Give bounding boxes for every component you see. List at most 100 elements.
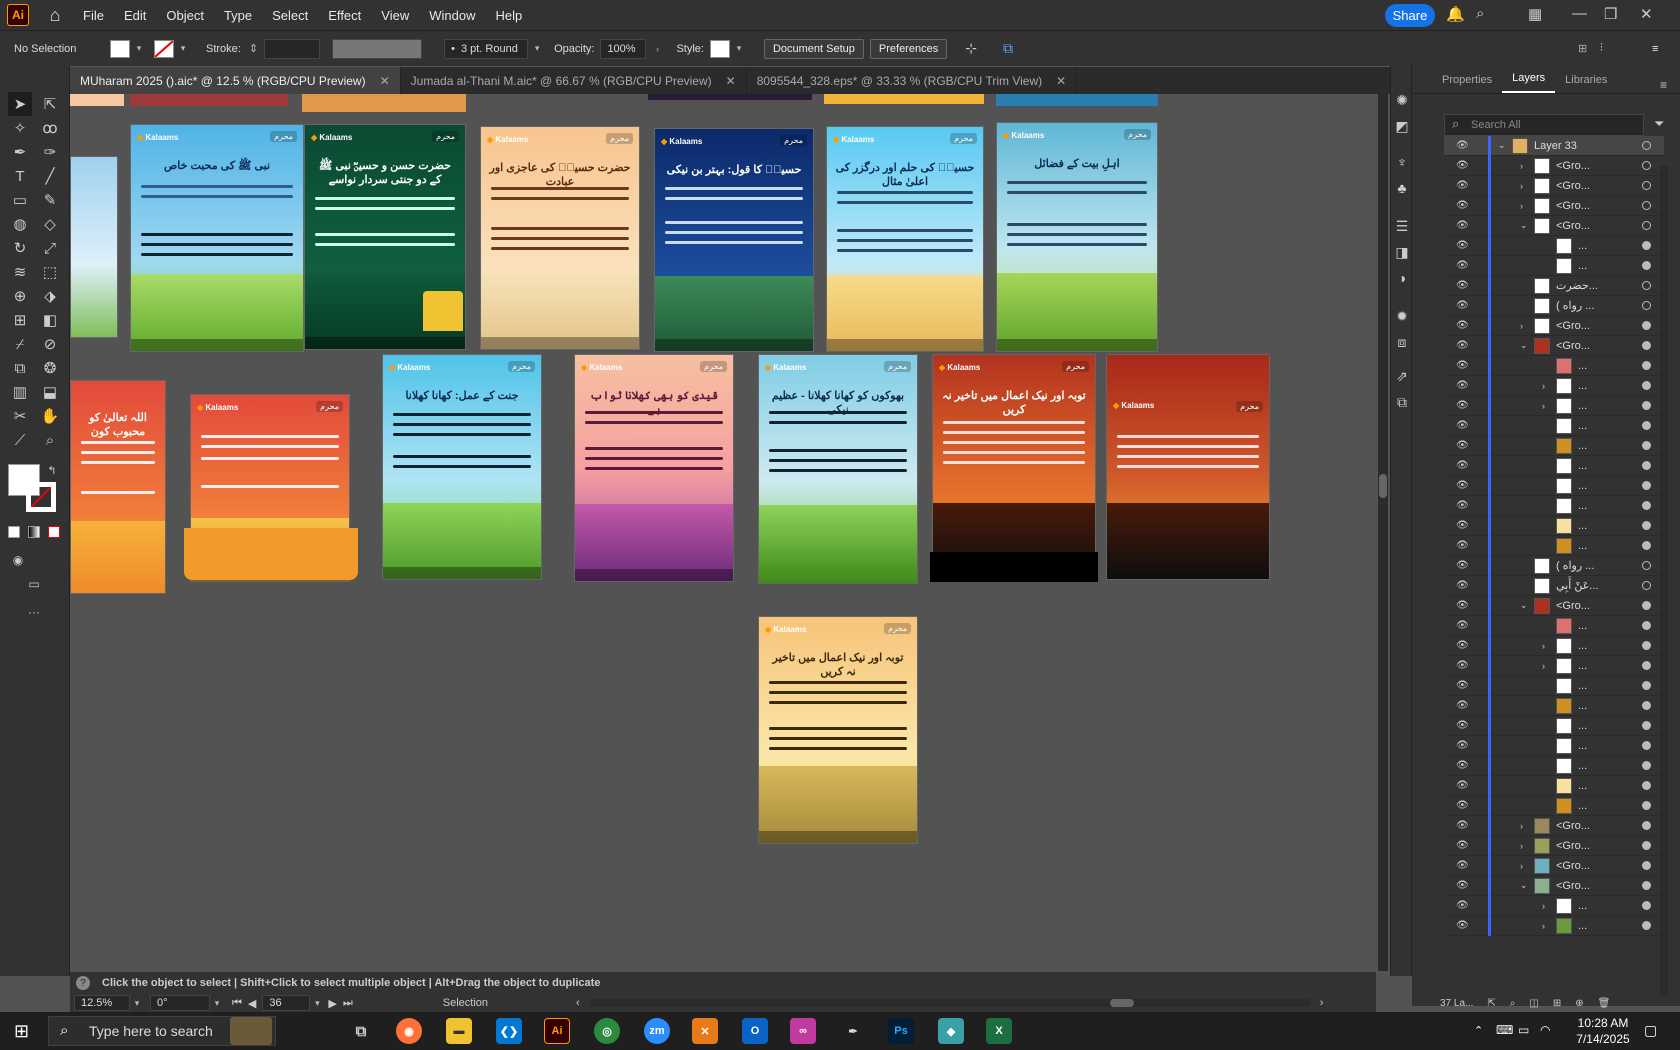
hamburger-icon[interactable]: ≡ — [1652, 43, 1658, 55]
pen-app-icon[interactable]: ✒ — [840, 1018, 866, 1044]
artboard-1[interactable]: Kalaams محرم نبی ﷺ کی محبت خاص — [130, 124, 304, 352]
tab-jumada[interactable]: Jumada al-Thani M.aic* @ 66.67 % (RGB/CP… — [400, 67, 747, 94]
search-icon[interactable]: ⌕ — [1476, 5, 1484, 22]
tab-layers[interactable]: Layers — [1502, 72, 1556, 93]
pencil-icon[interactable]: ✎ — [38, 188, 62, 212]
eraser-icon[interactable]: ◇ — [38, 212, 62, 236]
artboard-partial[interactable] — [70, 156, 118, 338]
chevron-right-icon[interactable]: › — [1520, 861, 1523, 871]
firefox-icon[interactable]: ◉ — [396, 1018, 422, 1044]
symbols-icon[interactable]: ♣ — [1392, 178, 1412, 198]
artboard-11[interactable]: Kalaams محرم بھوکوں کو کھانا کھلانا - عظ… — [758, 354, 918, 584]
artboard-4[interactable]: Kalaams محرم حسینؓ کا قول: بہتر بن نیکی — [654, 128, 814, 352]
visibility-eye-icon[interactable]: 👁 — [1456, 280, 1469, 291]
visibility-eye-icon[interactable]: 👁 — [1456, 340, 1469, 351]
help-icon[interactable]: ? — [76, 976, 90, 990]
layer-row[interactable]: 👁 › <Gro... — [1444, 155, 1664, 176]
target-circle-icon[interactable] — [1642, 821, 1651, 830]
chevron-right-icon[interactable]: › — [1542, 661, 1545, 671]
rotation-input[interactable]: 0° — [150, 995, 210, 1011]
stroke-swatch[interactable] — [154, 39, 174, 58]
lasso-icon[interactable]: ꝏ — [38, 116, 62, 140]
layer-row[interactable]: 👁... — [1444, 355, 1664, 376]
chevron-right-icon[interactable]: › — [1542, 921, 1545, 931]
layer-row[interactable]: 👁... — [1444, 755, 1664, 776]
scroll-thumb[interactable] — [1379, 474, 1387, 498]
target-circle-icon[interactable] — [1642, 161, 1651, 170]
visibility-eye-icon[interactable]: 👁 — [1456, 800, 1469, 811]
layer-row[interactable]: 👁 ( رواه ... — [1444, 295, 1664, 316]
target-circle-icon[interactable] — [1642, 461, 1651, 470]
layer-row[interactable]: 👁... — [1444, 255, 1664, 276]
excel-icon[interactable]: X — [986, 1018, 1012, 1044]
chevron-right-icon[interactable]: › — [1520, 181, 1523, 191]
arrange-icon[interactable]: ⊞ — [1578, 42, 1587, 55]
tab-eps[interactable]: 8095544_328.eps* @ 33.33 % (RGB/CPU Trim… — [746, 67, 1078, 94]
layer-row[interactable]: 👁... — [1444, 235, 1664, 256]
artboard-partial[interactable] — [70, 94, 124, 106]
menu-edit[interactable]: Edit — [114, 8, 156, 23]
visibility-eye-icon[interactable]: 👁 — [1456, 720, 1469, 731]
layer-row[interactable]: 👁 › <Gro... — [1444, 855, 1664, 876]
eyedropper-icon[interactable]: ⌿ — [8, 332, 32, 356]
layer-row[interactable]: 👁 ›... — [1444, 895, 1664, 916]
task-view-icon[interactable]: ⧉ — [348, 1018, 374, 1044]
artboard-5[interactable]: Kalaams محرم حسینؓ کی حلم اور درگزر کی ا… — [826, 126, 984, 352]
layer-row[interactable]: 👁... — [1444, 795, 1664, 816]
chevron-down-icon[interactable]: ▾ — [312, 998, 322, 1009]
target-circle-icon[interactable] — [1642, 341, 1651, 350]
target-circle-icon[interactable] — [1642, 421, 1651, 430]
layer-row[interactable]: 👁 ›... — [1444, 915, 1664, 936]
layer-row[interactable]: 👁 › <Gro... — [1444, 195, 1664, 216]
visibility-eye-icon[interactable]: 👁 — [1456, 540, 1469, 551]
outlook-icon[interactable]: O — [742, 1018, 768, 1044]
layer-row[interactable]: 👁 › <Gro... — [1444, 835, 1664, 856]
artboard-2[interactable]: Kalaams محرم حضرت حسن و حسینؓ نبی ﷺ کے د… — [304, 124, 466, 350]
clipping-mask-icon[interactable]: ◫ — [1529, 998, 1538, 1009]
chevron-right-icon[interactable]: › — [1542, 901, 1545, 911]
target-circle-icon[interactable] — [1642, 921, 1651, 930]
target-circle-icon[interactable] — [1642, 621, 1651, 630]
target-circle-icon[interactable] — [1642, 601, 1651, 610]
target-circle-icon[interactable] — [1642, 481, 1651, 490]
fill-swatch[interactable] — [110, 39, 130, 58]
prev-artboard-icon[interactable]: ◀ — [248, 997, 256, 1010]
visibility-eye-icon[interactable]: 👁 — [1456, 680, 1469, 691]
mesh-icon[interactable]: ⊞ — [8, 308, 32, 332]
visibility-eye-icon[interactable]: 👁 — [1456, 160, 1469, 171]
shape-builder-icon[interactable]: ⊕ — [8, 284, 32, 308]
vertical-scrollbar[interactable] — [1378, 94, 1388, 971]
preferences-button[interactable]: Preferences — [869, 38, 948, 59]
opacity-input[interactable]: 100% — [600, 38, 647, 59]
visibility-eye-icon[interactable]: 👁 — [1456, 660, 1469, 671]
menu-object[interactable]: Object — [156, 8, 214, 23]
artboard-12[interactable]: Kalaams محرم توبہ اور نیک اعمال میں تاخی… — [932, 354, 1096, 580]
visibility-eye-icon[interactable]: 👁 — [1456, 740, 1469, 751]
symbol-sprayer-icon[interactable]: ❂ — [38, 356, 62, 380]
chevron-down-icon[interactable]: ⌄ — [1520, 880, 1528, 891]
chevron-down-icon[interactable]: ▾ — [532, 43, 542, 54]
menu-view[interactable]: View — [371, 8, 419, 23]
menu-type[interactable]: Type — [214, 8, 262, 23]
visibility-eye-icon[interactable]: 👁 — [1456, 300, 1469, 311]
align-icon[interactable]: ⊹ — [965, 40, 977, 57]
target-circle-icon[interactable] — [1642, 201, 1651, 210]
panel-options-icon[interactable]: ⫶ — [1600, 42, 1603, 55]
target-circle-icon[interactable] — [1642, 561, 1651, 570]
windows-start-icon[interactable]: ⊞ — [14, 1021, 29, 1042]
visibility-eye-icon[interactable]: 👁 — [1456, 520, 1469, 531]
artboards-icon[interactable]: ⧉ — [1392, 392, 1412, 412]
scroll-right-icon[interactable]: › — [1320, 997, 1324, 1009]
artboard-partial[interactable] — [824, 94, 984, 104]
artboard-partial[interactable] — [130, 94, 288, 106]
blob-brush-icon[interactable]: ◍ — [8, 212, 32, 236]
chevron-right-icon[interactable]: › — [1542, 641, 1545, 651]
brush-definition[interactable]: • 3 pt. Round — [444, 38, 529, 59]
artboard-14[interactable]: Kalaams محرم توبہ اور نیک اعمال میں تاخی… — [758, 616, 918, 844]
close-icon[interactable]: ✕ — [1640, 5, 1653, 23]
chrome-icon[interactable]: ◎ — [594, 1018, 620, 1044]
trash-icon[interactable]: 🗑 — [1598, 998, 1611, 1009]
close-icon[interactable]: ✕ — [380, 74, 390, 88]
layer-row[interactable]: 👁 ⌄ <Gro... — [1444, 875, 1664, 896]
artboard-partial[interactable] — [996, 94, 1158, 106]
